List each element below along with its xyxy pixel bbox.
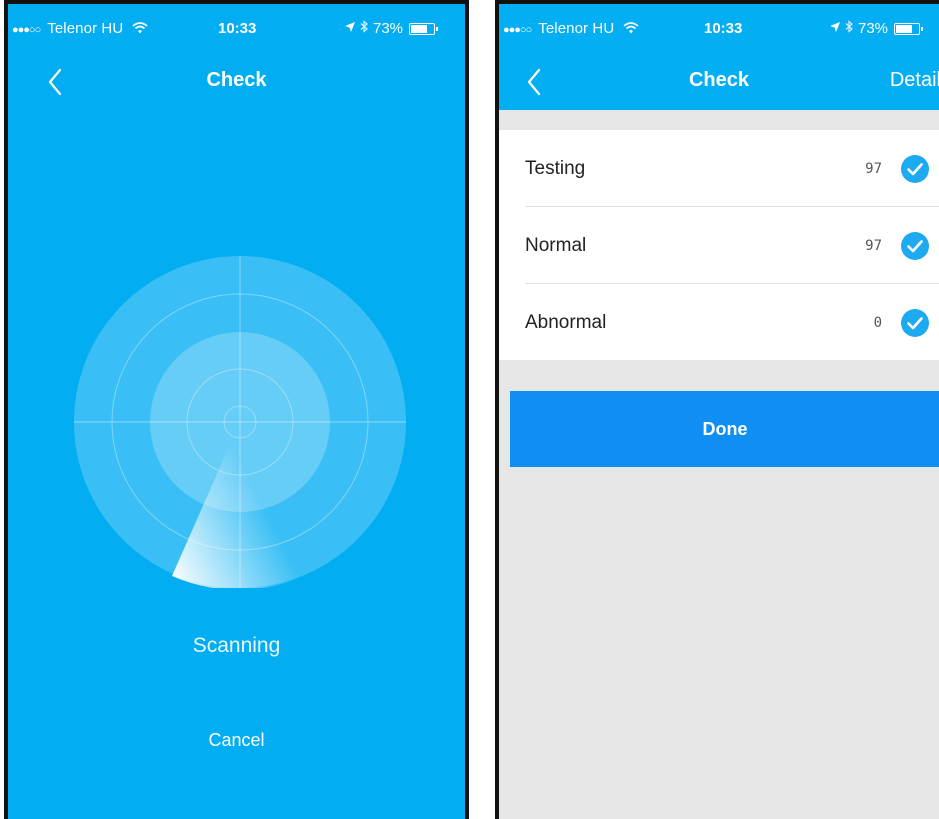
list-item-testing: Testing 97 <box>499 130 939 207</box>
check-circle-icon <box>901 154 929 183</box>
scanning-screen: ●●●○○ Telenor HU 10:33 73% Check Scannin… <box>4 0 469 819</box>
page-title: Check <box>688 69 750 91</box>
results-list: Testing 97 Normal 97 Abnormal 0 <box>499 130 939 360</box>
status-bar: ●●●○○ Telenor HU 10:33 73% <box>499 4 939 50</box>
wifi-icon <box>619 20 639 37</box>
battery-percent: 73% <box>373 20 404 37</box>
carrier-name: Telenor HU <box>538 20 615 37</box>
item-label: Abnormal <box>525 311 607 333</box>
check-circle-icon <box>901 308 929 337</box>
check-circle-icon <box>901 231 929 260</box>
nav-bar: Check <box>8 50 465 110</box>
clock: 10:33 <box>704 20 743 37</box>
status-right: 73% <box>344 20 439 37</box>
carrier-status: ●●●○○ Telenor HU <box>503 20 639 37</box>
nav-bar: Check Detail <box>499 50 939 110</box>
carrier-name: Telenor HU <box>47 20 124 37</box>
item-count: 97 <box>865 237 882 254</box>
item-count: 97 <box>865 160 882 177</box>
item-label: Normal <box>525 234 587 256</box>
done-button[interactable]: Done <box>510 391 939 467</box>
results-screen: ●●●○○ Telenor HU 10:33 73% Check Detail … <box>495 0 939 819</box>
scanning-status: Scanning <box>192 634 281 657</box>
bluetooth-icon <box>360 20 369 37</box>
battery-icon <box>409 22 439 35</box>
battery-percent: 73% <box>858 20 889 37</box>
signal-dots-icon: ●●●○○ <box>503 24 532 36</box>
list-item-normal: Normal 97 <box>499 207 939 284</box>
signal-dots-icon: ●●●○○ <box>12 24 41 36</box>
page-title: Check <box>206 69 267 91</box>
clock: 10:33 <box>218 20 257 37</box>
detail-button[interactable]: Detail <box>890 69 939 92</box>
radar-scan-icon <box>74 256 406 590</box>
carrier-status: ●●●○○ Telenor HU <box>12 20 148 37</box>
status-right: 73% <box>829 20 924 37</box>
bluetooth-icon <box>845 20 854 37</box>
status-bar: ●●●○○ Telenor HU 10:33 73% <box>8 4 465 50</box>
location-arrow-icon <box>344 20 356 37</box>
screenshot-stage: ●●●○○ Telenor HU 10:33 73% Check Scannin… <box>0 0 939 819</box>
battery-icon <box>894 22 924 35</box>
location-arrow-icon <box>829 20 841 37</box>
cancel-button[interactable]: Cancel <box>8 730 465 751</box>
item-count: 0 <box>873 314 882 331</box>
list-item-abnormal: Abnormal 0 <box>499 284 939 361</box>
item-label: Testing <box>525 157 586 179</box>
wifi-icon <box>128 20 148 37</box>
